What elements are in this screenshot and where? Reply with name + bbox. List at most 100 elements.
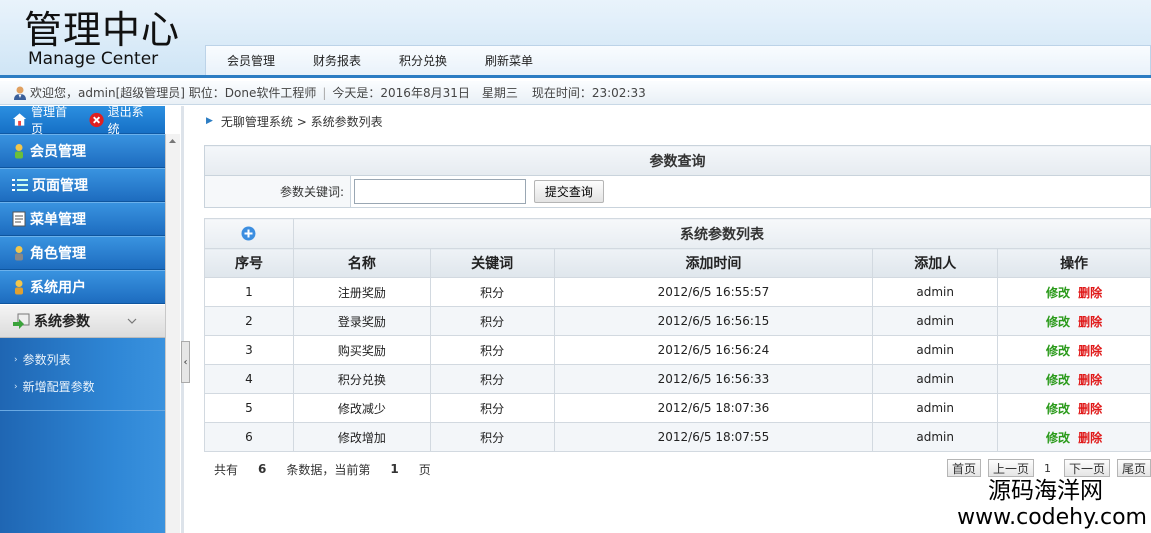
last-page-button[interactable]: 尾页	[1116, 459, 1151, 477]
info-bar: 欢迎您，admin[超级管理员] 职位：Done软件工程师 | 今天是：2016…	[0, 81, 1151, 105]
edit-link[interactable]: 修改	[1046, 402, 1070, 416]
header: 管理中心 Manage Center 会员管理 财务报表 积分兑换 刷新菜单	[0, 0, 1151, 78]
next-page-button[interactable]: 下一页	[1063, 459, 1110, 477]
param-table: 系统参数列表 序号 名称 关键词 添加时间 添加人 操作 1 注册奖励 积分 2012…	[204, 218, 1151, 452]
table-row: 4 积分兑换 积分 2012/6/5 16:56:33 admin 修改 删除	[204, 364, 1151, 394]
cell-index: 1	[204, 277, 294, 307]
sidebar-scrollbar[interactable]	[165, 134, 180, 533]
logo-title: 管理中心	[24, 8, 181, 52]
add-icon[interactable]	[241, 226, 256, 241]
delete-link[interactable]: 删除	[1078, 344, 1102, 358]
scroll-up-icon[interactable]	[168, 137, 177, 145]
submenu-add-param[interactable]: › 新增配置参数	[0, 373, 165, 400]
cell-index: 4	[204, 364, 294, 394]
collapse-sidebar-button[interactable]: ‹	[181, 341, 190, 383]
logout-link[interactable]: 退出系统	[88, 103, 154, 137]
cell-actions: 修改 删除	[997, 393, 1151, 423]
role-icon	[15, 246, 23, 261]
cell-time: 2012/6/5 16:56:33	[553, 364, 874, 394]
document-icon	[12, 211, 26, 227]
divider	[181, 106, 184, 533]
cell-index: 3	[204, 335, 294, 365]
table-row: 1 注册奖励 积分 2012/6/5 16:55:57 admin 修改 删除	[204, 277, 1151, 307]
breadcrumb: ▶ 无聊管理系统 > 系统参数列表	[192, 106, 1151, 136]
breadcrumb-text: 无聊管理系统 > 系统参数列表	[220, 114, 383, 129]
col-header-time: 添加时间	[553, 248, 874, 278]
divider: |	[322, 85, 327, 100]
page-number: 1	[1043, 461, 1051, 475]
cell-actions: 修改 删除	[997, 277, 1151, 307]
sidebar-item-label: 系统用户	[30, 280, 86, 296]
home-icon	[12, 113, 27, 126]
edit-link[interactable]: 修改	[1046, 286, 1070, 300]
submenu-param-list[interactable]: › 参数列表	[0, 346, 165, 373]
cell-keyword: 积分	[429, 335, 555, 365]
delete-link[interactable]: 删除	[1078, 402, 1102, 416]
submenu-label: 新增配置参数	[22, 380, 95, 394]
sidebar-item-label: 系统参数	[34, 314, 90, 330]
sidebar-item-roles[interactable]: 角色管理	[0, 236, 165, 270]
breadcrumb-arrow-icon: ▶	[206, 116, 213, 126]
cell-actions: 修改 删除	[997, 335, 1151, 365]
col-header-name: 名称	[292, 248, 431, 278]
keyword-field-cell: 提交查询	[350, 175, 1151, 208]
cell-index: 2	[204, 306, 294, 336]
sidebar-item-label: 页面管理	[32, 178, 88, 194]
edit-link[interactable]: 修改	[1046, 344, 1070, 358]
cell-time: 2012/6/5 16:55:57	[553, 277, 874, 307]
edit-link[interactable]: 修改	[1046, 431, 1070, 445]
delete-link[interactable]: 删除	[1078, 431, 1102, 445]
watermark: 源码海洋网 www.codehy.com	[957, 477, 1147, 531]
cell-keyword: 积分	[429, 306, 555, 336]
watermark-cn: 源码海洋网	[988, 478, 1103, 504]
sidebar-item-menus[interactable]: 菜单管理	[0, 202, 165, 236]
cell-keyword: 积分	[429, 422, 555, 452]
sidebar-item-label: 会员管理	[30, 144, 86, 160]
cell-actions: 修改 删除	[997, 422, 1151, 452]
sidebar-item-sysparams[interactable]: 系统参数	[0, 304, 165, 338]
edit-link[interactable]: 修改	[1046, 315, 1070, 329]
today-text: 今天是：2016年8月31日 星期三	[332, 86, 518, 100]
topnav-points[interactable]: 积分兑换	[388, 52, 458, 69]
submit-query-button[interactable]: 提交查询	[533, 180, 604, 203]
settings-icon	[13, 313, 30, 329]
sidebar-item-member[interactable]: 会员管理	[0, 134, 165, 168]
sidebar-item-sysusers[interactable]: 系统用户	[0, 270, 165, 304]
edit-link[interactable]: 修改	[1046, 373, 1070, 387]
topnav-finance[interactable]: 财务报表	[302, 52, 372, 69]
table-title: 系统参数列表	[292, 218, 1151, 249]
delete-link[interactable]: 删除	[1078, 286, 1102, 300]
topnav-member[interactable]: 会员管理	[216, 52, 286, 69]
home-link-label: 管理首页	[31, 104, 68, 136]
sidebar-toolbar: 管理首页 退出系统	[0, 103, 165, 137]
prev-page-button[interactable]: 上一页	[987, 459, 1034, 477]
cell-creator: admin	[872, 306, 999, 336]
cell-creator: admin	[872, 277, 999, 307]
sidebar-item-pages[interactable]: 页面管理	[0, 168, 165, 202]
delete-link[interactable]: 删除	[1078, 315, 1102, 329]
cell-creator: admin	[872, 422, 999, 452]
keyword-label: 参数关键词:	[204, 175, 351, 208]
user-icon	[15, 280, 23, 295]
chevron-down-icon	[127, 318, 137, 324]
cell-creator: admin	[872, 393, 999, 423]
keyword-input[interactable]	[354, 179, 526, 204]
cell-name: 修改减少	[292, 393, 431, 423]
delete-link[interactable]: 删除	[1078, 373, 1102, 387]
home-link[interactable]: 管理首页	[12, 103, 77, 137]
top-nav: 会员管理 财务报表 积分兑换 刷新菜单	[205, 45, 1151, 75]
table-row: 2 登录奖励 积分 2012/6/5 16:56:15 admin 修改 删除	[204, 306, 1151, 336]
user-icon	[14, 86, 26, 100]
first-page-button[interactable]: 首页	[946, 459, 981, 477]
cell-name: 购买奖励	[292, 335, 431, 365]
cell-keyword: 积分	[429, 364, 555, 394]
logo-subtitle: Manage Center	[28, 49, 159, 69]
watermark-en: www.codehy.com	[957, 505, 1147, 530]
cell-name: 注册奖励	[292, 277, 431, 307]
cell-index: 6	[204, 422, 294, 452]
topnav-refresh[interactable]: 刷新菜单	[474, 52, 544, 69]
submenu: › 参数列表 › 新增配置参数	[0, 338, 165, 411]
pager-total: 6	[258, 462, 267, 476]
pager-middle: 条数据，当前第	[286, 462, 371, 477]
cell-time: 2012/6/5 18:07:55	[553, 422, 874, 452]
